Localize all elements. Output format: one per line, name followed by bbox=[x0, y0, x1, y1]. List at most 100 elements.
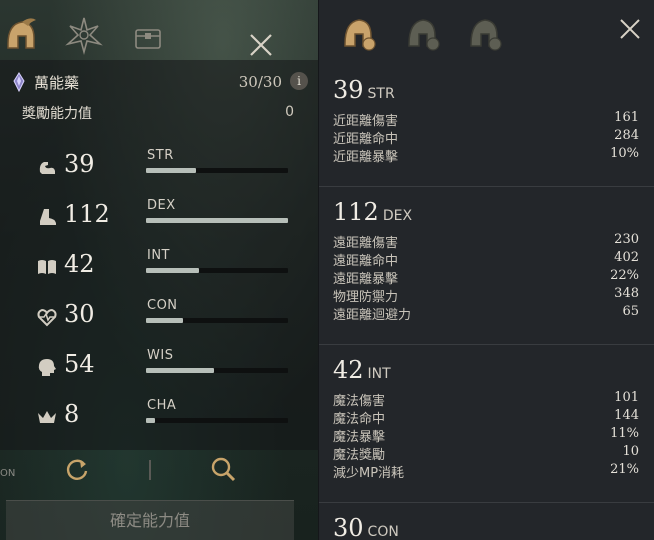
detail-label: 遠距離命中 bbox=[333, 254, 399, 269]
elixir-name: 萬能藥 bbox=[34, 74, 80, 92]
search-icon bbox=[211, 457, 236, 482]
detail-row: 物理防禦力 348 bbox=[333, 286, 639, 305]
detail-row: 魔法命中 144 bbox=[333, 408, 639, 427]
stat-row-cha[interactable]: 8 CHA bbox=[0, 398, 318, 446]
stat-fill-str bbox=[146, 168, 196, 173]
detail-row: 近距離暴擊 10% bbox=[333, 146, 639, 165]
detail-label: 遠距離傷害 bbox=[333, 236, 399, 251]
tab-attack-detail[interactable] bbox=[339, 12, 379, 56]
stat-row-dex[interactable]: 112 DEX bbox=[0, 198, 318, 246]
stat-name-dex: DEX bbox=[147, 198, 176, 213]
detail-value: 11% bbox=[610, 426, 639, 441]
detail-value: 10% bbox=[610, 146, 639, 161]
stat-name-wis: WIS bbox=[147, 348, 174, 363]
stat-bar-wis bbox=[146, 368, 288, 373]
detail-row: 魔法暴擊 11% bbox=[333, 426, 639, 445]
search-button[interactable] bbox=[208, 454, 238, 484]
detail-value: 161 bbox=[614, 110, 639, 125]
stat-fill-int bbox=[146, 268, 199, 273]
info-icon[interactable]: i bbox=[290, 72, 308, 90]
stat-value-int: 42 bbox=[64, 250, 95, 278]
stat-row-str[interactable]: 39 STR bbox=[0, 148, 318, 196]
bonus-points-value: 0 bbox=[285, 104, 294, 120]
detail-header-int: 42 INT bbox=[333, 356, 639, 390]
detail-value: 21% bbox=[610, 462, 639, 477]
arm-icon bbox=[36, 156, 58, 178]
stat-name-con: CON bbox=[147, 298, 178, 313]
stat-value-str: 39 bbox=[64, 150, 95, 178]
detail-label: 魔法命中 bbox=[333, 412, 386, 427]
detail-label: 遠距離迴避力 bbox=[333, 308, 412, 323]
detail-label: 魔法暴擊 bbox=[333, 430, 386, 445]
detail-value: 144 bbox=[614, 408, 639, 423]
stat-bar-cha bbox=[146, 418, 288, 423]
detail-value: 284 bbox=[614, 128, 639, 143]
detail-row: 遠距離命中 402 bbox=[333, 250, 639, 269]
detail-value-str: 39 bbox=[333, 76, 364, 104]
elixir-row: 萬能藥 30/30 i bbox=[12, 72, 308, 94]
detail-value-dex: 112 bbox=[333, 198, 379, 226]
stat-name-str: STR bbox=[147, 148, 174, 163]
detail-value: 65 bbox=[622, 304, 639, 319]
detail-row: 魔法傷害 101 bbox=[333, 390, 639, 409]
detail-value: 22% bbox=[610, 268, 639, 283]
helmet-shield-icon bbox=[408, 19, 440, 51]
detail-label: 魔法傷害 bbox=[333, 394, 386, 409]
detail-value-con: 30 bbox=[333, 514, 364, 540]
stat-name-int: INT bbox=[147, 248, 170, 263]
detail-label: 近距離命中 bbox=[333, 132, 399, 147]
book-icon bbox=[36, 256, 58, 278]
section-divider bbox=[319, 344, 654, 345]
elixir-icon bbox=[13, 72, 25, 92]
detail-value: 348 bbox=[614, 286, 639, 301]
close-icon bbox=[250, 34, 272, 56]
stat-allocation-panel: 萬能藥 30/30 i 獎勵能力值 0 39 STR 112 DEX 42 IN… bbox=[0, 0, 318, 540]
stat-fill-cha bbox=[146, 418, 155, 423]
right-close-button[interactable] bbox=[615, 14, 645, 44]
detail-header-con: 30 CON bbox=[333, 514, 639, 540]
tab-stats-helmet[interactable] bbox=[0, 14, 40, 56]
detail-section-int: 42 INT 魔法傷害 101 魔法命中 144 魔法暴擊 11% 魔法獎勵 10 減少M… bbox=[333, 356, 639, 481]
stat-detail-panel: 39 STR 近距離傷害 161 近距離命中 284 近距離暴擊 10% 112 DEX … bbox=[318, 0, 654, 540]
section-divider bbox=[319, 186, 654, 187]
stat-detail-list[interactable]: 39 STR 近距離傷害 161 近距離命中 284 近距離暴擊 10% 112 DEX … bbox=[319, 62, 654, 540]
detail-name-int: INT bbox=[367, 366, 391, 382]
heart-icon bbox=[36, 306, 58, 328]
star-icon bbox=[65, 17, 103, 56]
detail-value-int: 42 bbox=[333, 356, 364, 384]
detail-row: 近距離傷害 161 bbox=[333, 110, 639, 129]
stat-value-dex: 112 bbox=[64, 200, 110, 228]
detail-name-str: STR bbox=[367, 86, 395, 102]
left-close-button[interactable] bbox=[244, 28, 278, 62]
detail-value: 402 bbox=[614, 250, 639, 265]
reset-button[interactable] bbox=[62, 454, 92, 484]
tab-defense-detail[interactable] bbox=[403, 12, 443, 56]
stat-fill-dex bbox=[146, 218, 288, 223]
helmet-icon bbox=[7, 18, 36, 49]
tab-skills[interactable] bbox=[64, 14, 104, 56]
detail-label: 減少MP消耗 bbox=[333, 466, 405, 481]
section-divider bbox=[319, 502, 654, 503]
stat-row-con[interactable]: 30 CON bbox=[0, 298, 318, 346]
stat-value-wis: 54 bbox=[64, 350, 95, 378]
detail-label: 近距離傷害 bbox=[333, 114, 399, 129]
stat-fill-con bbox=[146, 318, 183, 323]
head-icon bbox=[36, 356, 58, 378]
confirm-stats-button[interactable]: 確定能力值 bbox=[6, 500, 294, 540]
stat-row-int[interactable]: 42 INT bbox=[0, 248, 318, 296]
helmet-magic-icon bbox=[470, 19, 502, 51]
detail-header-str: 39 STR bbox=[333, 76, 639, 110]
stat-row-wis[interactable]: 54 WIS bbox=[0, 348, 318, 396]
left-tab-bar bbox=[0, 10, 318, 58]
detail-name-con: CON bbox=[367, 524, 399, 540]
stat-bar-con bbox=[146, 318, 288, 323]
tab-magic-detail[interactable] bbox=[465, 12, 505, 56]
auto-on-label: ON bbox=[0, 468, 16, 479]
right-tab-bar bbox=[319, 10, 654, 58]
bonus-points-label: 獎勵能力值 bbox=[22, 106, 92, 122]
tab-inventory[interactable] bbox=[128, 14, 168, 56]
detail-label: 遠距離暴擊 bbox=[333, 272, 399, 287]
detail-value: 10 bbox=[622, 444, 639, 459]
stat-fill-wis bbox=[146, 368, 215, 373]
helmet-sword-icon bbox=[344, 19, 376, 51]
